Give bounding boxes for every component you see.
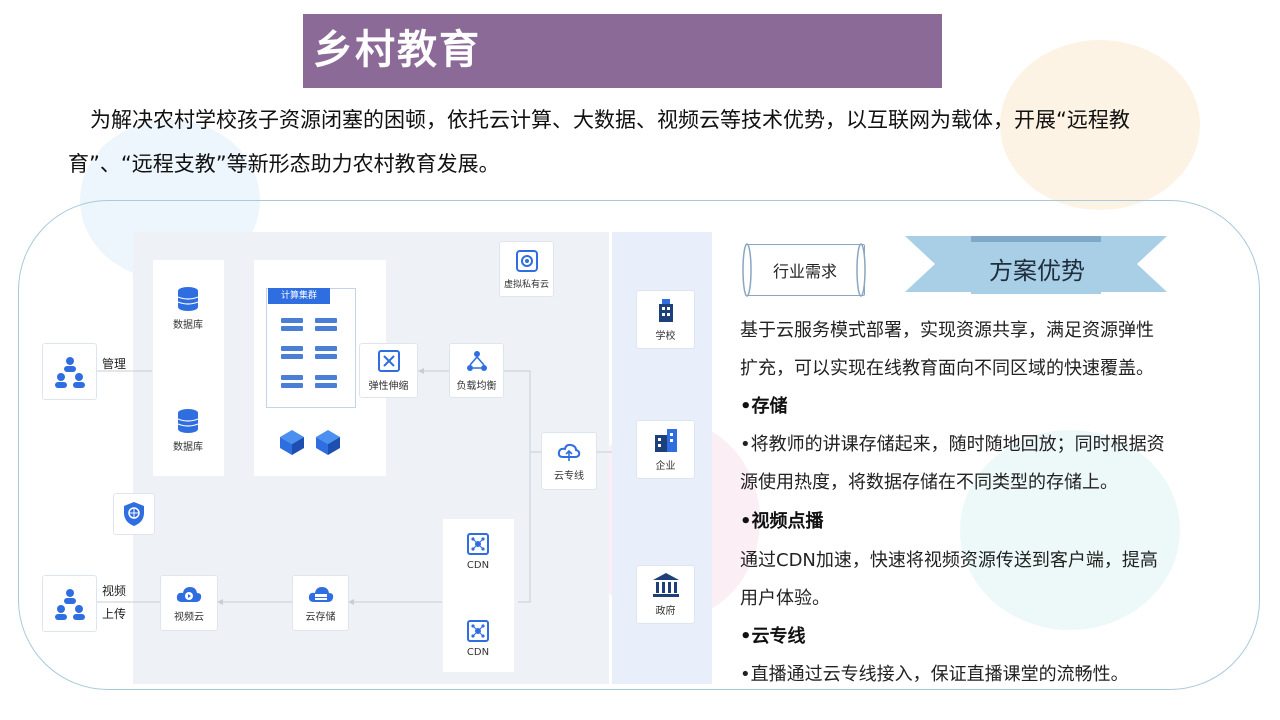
upload-users-node [42,575,97,632]
enterprise-icon [654,429,677,452]
load-balance-icon [466,351,487,371]
government-label: 政府 [655,606,676,617]
cloud-storage-node: 云存储 [292,575,349,631]
cdn-label: CDN [466,646,490,658]
cloud-line-label: 云专线 [554,470,584,482]
users-icon [54,588,85,620]
solution-advantage-title: 方案优势 [989,257,1085,285]
database-node-1: 数据库 [162,280,214,336]
storage-line-2: 源使用热度，将数据存储在不同类型的存储上。 [740,472,1118,493]
database-icon [177,286,199,311]
video-cloud-label: 视频云 [174,611,204,623]
database-node-2: 数据库 [162,402,214,458]
school-node: 学校 [636,290,695,349]
admin-users-node [42,343,97,400]
cloud-storage-label: 云存储 [305,611,336,623]
vod-line-1: 通过CDN加速，快速将视频资源传送到客户端，提高 [740,550,1158,571]
cluster-label: 计算集群 [268,288,330,304]
government-node: 政府 [636,565,695,624]
load-balance-node: 负载均衡 [449,343,504,398]
database-label: 数据库 [173,319,203,331]
shield-icon [124,502,144,526]
cdn-node-1: CDN [452,525,504,577]
school-label: 学校 [655,331,676,342]
users-icon [54,356,85,388]
advantage-line-2: 扩充，可以实现在线教育面向不同区域的快速覆盖。 [740,358,1154,379]
scroll-roll-icon [742,243,866,297]
cloud-line-node: 云专线 [541,432,597,490]
elastic-scaling-icon [377,350,400,372]
cloud-line-line-1: •直播通过云专线接入，保证直播课堂的流畅性。 [740,664,1129,685]
load-balance-label: 负载均衡 [456,381,497,392]
cloud-line-icon [557,443,581,461]
cube-icon [316,430,340,455]
enterprise-label: 企业 [655,461,676,472]
cdn-node-2: CDN [452,612,504,664]
vod-line-2: 用户体验。 [740,588,830,609]
cloud-line-heading: •云专线 [740,626,806,647]
manage-label: 管理 [102,357,127,371]
storage-heading: •存储 [740,396,788,417]
private-cloud-node: 虚拟私有云 [499,241,554,297]
video-cloud-icon [176,586,202,602]
database-label: 数据库 [173,441,203,453]
private-cloud-label: 虚拟私有云 [503,279,549,290]
cdn-label: CDN [466,559,490,571]
vod-heading: •视频点播 [740,511,824,532]
video-label: 视频 [102,584,127,598]
elastic-scaling-node: 弹性伸缩 [359,343,418,398]
security-node [113,493,155,535]
advantage-line-1: 基于云服务模式部署，实现资源共享，满足资源弹性 [740,320,1154,341]
video-cloud-node: 视频云 [160,575,218,631]
storage-line-1: •将教师的讲课存储起来，随时随地回放；同时根据资 [740,434,1165,455]
upload-label: 上传 [102,607,127,621]
enterprise-node: 企业 [636,420,695,479]
government-icon [652,573,679,597]
elastic-scaling-label: 弹性伸缩 [368,381,409,392]
database-icon [177,408,199,433]
private-cloud-icon [515,249,538,272]
cube-icon [280,430,304,455]
cluster-frame [266,288,356,408]
school-icon [658,299,673,322]
cloud-storage-icon [308,586,333,602]
cdn-icon [467,619,489,642]
cdn-icon [467,532,489,555]
